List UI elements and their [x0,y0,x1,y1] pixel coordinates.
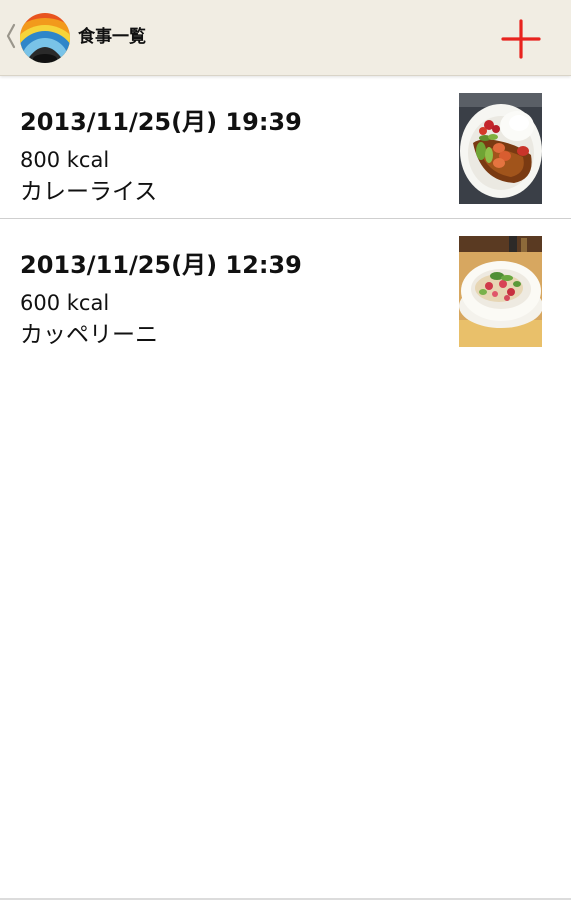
meal-name: カレーライス [20,179,158,205]
meal-datetime: 2013/11/25(月) 12:39 [20,251,302,279]
screen-title: 食事一覧 [78,27,146,47]
curry-plate-photo [459,93,542,204]
meal-calories: 800 kcal [20,148,110,172]
meal-list-item[interactable]: 2013/11/25(月) 19:39 800 kcal カレーライス [0,76,571,219]
meal-datetime: 2013/11/25(月) 19:39 [20,108,302,136]
add-meal-button[interactable] [498,16,544,62]
chevron-left-icon [6,23,16,49]
sunrise-logo-icon [20,13,70,63]
meal-list: 2013/11/25(月) 19:39 800 kcal カレーライス 2013… [0,76,571,362]
meal-calories: 600 kcal [20,291,110,315]
plus-icon [501,19,541,59]
action-bar: 食事一覧 [0,0,571,76]
meal-name: カッペリーニ [20,322,158,348]
pasta-plate-photo [459,236,542,347]
meal-list-screen: 食事一覧 2013/11/25(月) 19:39 800 kcal カレーライス [0,0,571,900]
up-navigation-button[interactable]: 食事一覧 [0,0,160,76]
meal-list-item[interactable]: 2013/11/25(月) 12:39 600 kcal カッペリーニ [0,219,571,362]
